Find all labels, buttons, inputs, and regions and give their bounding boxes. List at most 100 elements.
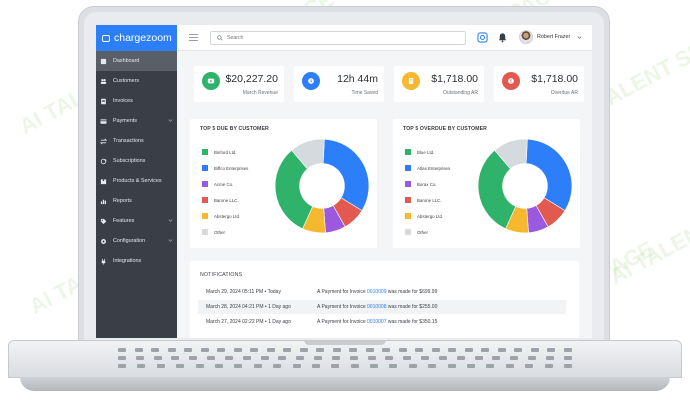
credit-card-icon: [100, 118, 107, 125]
legend-label: Abstergo Ltd.: [417, 213, 444, 219]
legend-label: Borax Co.: [417, 181, 437, 187]
key: [544, 364, 553, 368]
donut-slice[interactable]: [525, 138, 573, 212]
key: [217, 348, 226, 352]
panel-title: TOP 5 OVERDUE BY CUSTOMER: [403, 126, 487, 132]
key: [200, 348, 209, 352]
notification-message: A Payment for Invoice 0010007 was made f…: [317, 319, 437, 325]
invoice-link[interactable]: 0010008: [367, 304, 386, 310]
sidebar-item-customers[interactable]: Customers: [96, 71, 177, 91]
menu-icon[interactable]: [189, 34, 198, 41]
legend-item[interactable]: Other: [202, 224, 248, 240]
legend-item[interactable]: Atlas Enterprises: [405, 160, 450, 176]
sidebar-item-payments[interactable]: Payments: [96, 111, 177, 131]
box-icon: [100, 178, 107, 185]
legend-swatch: [405, 197, 411, 203]
notification-row[interactable]: March 28, 2024 04:21 PM • 1 Day ago A Pay…: [198, 300, 566, 314]
chevron-down-icon[interactable]: [577, 35, 582, 40]
key: [530, 348, 539, 352]
report-icon: [100, 198, 107, 205]
key: [118, 348, 126, 352]
brand-logo[interactable]: chargezoom: [96, 25, 177, 51]
key: [563, 364, 572, 368]
key: [195, 364, 204, 368]
key: [447, 364, 456, 368]
key: [431, 348, 440, 352]
notification-row[interactable]: March 29, 2024 05:11 PM • Today A Payment…: [198, 285, 566, 299]
transfer-icon: [100, 138, 107, 145]
chevron-down-icon: [168, 239, 173, 242]
key: [497, 348, 506, 352]
legend-item[interactable]: Abstergo Ltd.: [405, 208, 450, 224]
sidebar-item-reports[interactable]: Reports: [96, 191, 177, 211]
sidebar-item-label: Dashboard: [113, 58, 140, 64]
notification-text: was made for $255.00: [386, 304, 438, 310]
key: [224, 356, 233, 360]
key: [492, 356, 501, 360]
invoice-link[interactable]: 0010009: [367, 289, 386, 295]
legend-item[interactable]: Blue Ltd.: [405, 144, 450, 160]
sidebar-item-products-services[interactable]: Products & Services: [96, 171, 177, 191]
legend-item[interactable]: Acme Co.: [202, 176, 248, 192]
panel-title: TOP 5 DUE BY CUSTOMER: [200, 126, 269, 132]
search-input[interactable]: [227, 35, 447, 41]
users-icon: [100, 78, 107, 85]
legend-swatch: [405, 149, 411, 155]
search-box[interactable]: [210, 31, 466, 45]
key: [314, 356, 323, 360]
chart-legend: Binford Ltd. Biffco Enterprises Acme Co. Ba…: [202, 144, 248, 240]
legend-item[interactable]: Binford Ltd.: [202, 144, 248, 160]
bell-icon[interactable]: [497, 32, 508, 43]
legend-item[interactable]: Barone LLC.: [405, 192, 450, 208]
sidebar-item-label: Payments: [113, 118, 137, 124]
sidebar-item-transactions[interactable]: Transactions: [96, 131, 177, 151]
chevron-down-icon: [168, 119, 173, 122]
sidebar-nav: Dashboard Customers Invoices Payments Transa…: [96, 51, 177, 271]
chevron-down-icon: [168, 219, 173, 222]
sidebar-item-features[interactable]: Features: [96, 211, 177, 231]
legend-item[interactable]: Other: [405, 224, 450, 240]
sidebar-item-subscriptions[interactable]: Subscriptions: [96, 151, 177, 171]
stat-card-time-saved[interactable]: 12h 44m Time Saved: [294, 66, 384, 102]
legend-item[interactable]: Barone LLC.: [202, 192, 248, 208]
stat-label: Outstanding AR: [442, 90, 478, 96]
key: [448, 348, 457, 352]
donut-slice[interactable]: [322, 138, 370, 212]
legend-swatch: [202, 181, 208, 187]
notification-row[interactable]: March 27, 2024 02:22 PM • 1 Day ago A Pay…: [198, 315, 566, 329]
key: [403, 356, 412, 360]
key: [332, 348, 341, 352]
sidebar-item-label: Features: [113, 218, 135, 224]
sidebar-item-integrations[interactable]: Integrations: [96, 251, 177, 271]
key: [118, 364, 126, 368]
legend-item[interactable]: Borax Co.: [405, 176, 450, 192]
stage: AI TALENT SPACEAI TALENT SPACEAI TALENT …: [0, 0, 690, 411]
user-name[interactable]: Robert Frazer: [537, 34, 570, 40]
key: [415, 348, 424, 352]
help-icon[interactable]: [477, 32, 488, 43]
stat-card-overdue-ar[interactable]: $1,718.00 Overdue AR: [494, 66, 584, 102]
invoice-link[interactable]: 0010007: [367, 319, 386, 325]
stat-value: $1,718.00: [531, 73, 578, 85]
keyboard-row: [118, 356, 572, 361]
refresh-icon: [100, 158, 107, 165]
key: [349, 356, 358, 360]
sidebar-item-configuration[interactable]: Configuration: [96, 231, 177, 251]
keyboard-row: [118, 348, 572, 353]
invoice-icon: [100, 98, 107, 105]
stat-card-outstanding-ar[interactable]: $1,718.00 Outstanding AR: [394, 66, 484, 102]
key: [486, 364, 495, 368]
avatar[interactable]: [519, 30, 533, 44]
topbar: Robert Frazer: [177, 25, 592, 51]
legend-item[interactable]: Biffco Enterprises: [202, 160, 248, 176]
key: [214, 364, 223, 368]
sidebar-item-dashboard[interactable]: Dashboard: [96, 51, 177, 71]
key: [311, 364, 320, 368]
key: [525, 364, 534, 368]
key: [283, 348, 292, 352]
legend-item[interactable]: Abstergo Ltd.: [202, 208, 248, 224]
key: [350, 364, 359, 368]
stat-card-march-revenue[interactable]: $20,227.20 March Revenue: [194, 66, 284, 102]
legend-swatch: [405, 165, 411, 171]
sidebar-item-invoices[interactable]: Invoices: [96, 91, 177, 111]
